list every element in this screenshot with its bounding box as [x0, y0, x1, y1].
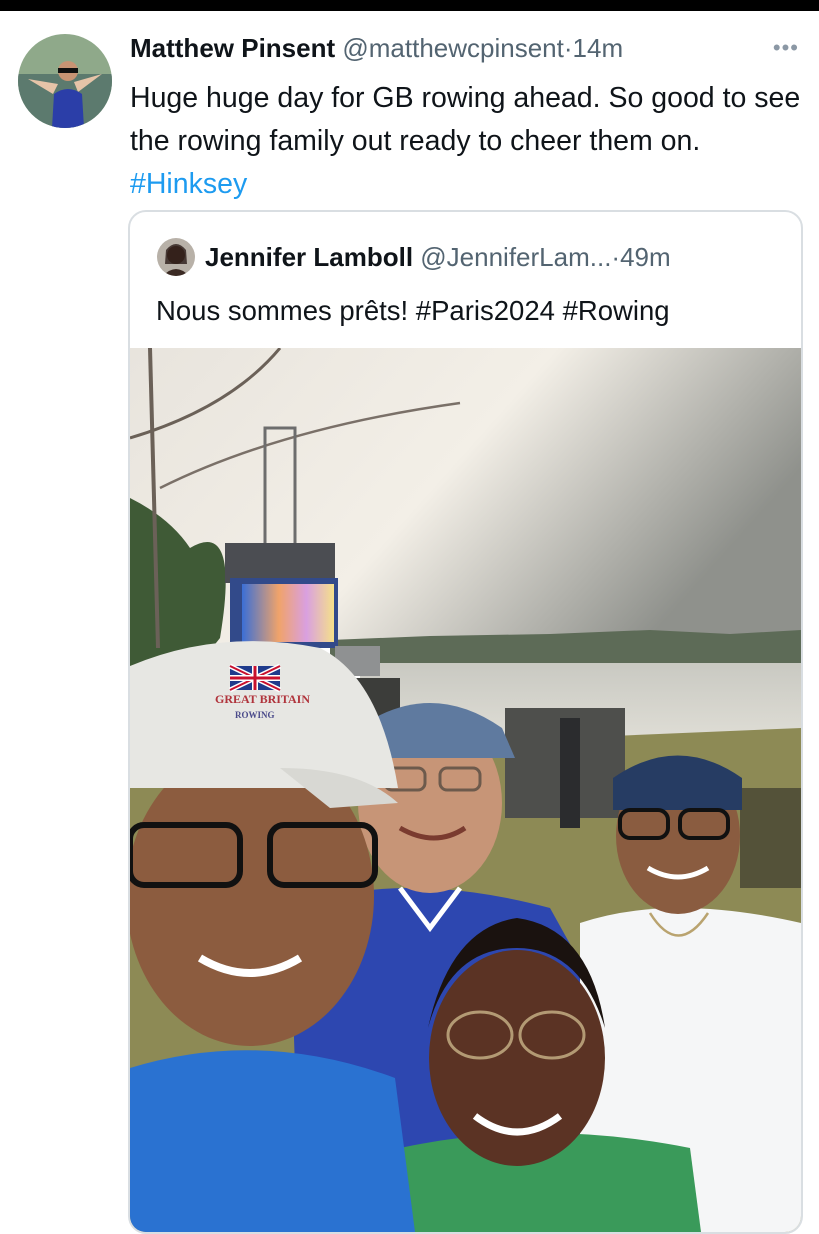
- quoted-separator-dot: ·: [611, 242, 621, 272]
- quoted-text: Nous sommes prêts! #Paris2024 #Rowing: [156, 295, 670, 326]
- more-options-button[interactable]: •••: [773, 30, 799, 66]
- author-avatar[interactable]: [18, 34, 112, 128]
- post-timestamp[interactable]: 14m: [573, 33, 624, 63]
- post-text: Huge huge day for GB rowing ahead. So go…: [130, 77, 810, 206]
- separator-dot: ·: [563, 33, 573, 63]
- quoted-author-name: Jennifer Lamboll: [205, 242, 414, 272]
- post-body: Huge huge day for GB rowing ahead. So go…: [130, 82, 801, 157]
- quoted-photo[interactable]: GREAT BRITAIN ROWING: [130, 348, 801, 1232]
- cap-text-2: ROWING: [235, 710, 275, 720]
- quoted-header: Jennifer Lamboll @JenniferLam...·49m: [205, 239, 671, 275]
- status-bar: [0, 0, 819, 11]
- quoted-timestamp: 49m: [620, 242, 671, 272]
- quoted-post[interactable]: Jennifer Lamboll @JenniferLam...·49m Nou…: [128, 210, 803, 1234]
- author-handle[interactable]: @matthewcpinsent: [342, 33, 564, 63]
- quoted-author-avatar: [157, 238, 195, 276]
- hashtag-link[interactable]: #Hinksey: [130, 168, 247, 200]
- post-header: Matthew Pinsent @matthewcpinsent·14m •••: [130, 30, 799, 70]
- quoted-author-handle: @JenniferLam...: [420, 242, 612, 272]
- cap-text-1: GREAT BRITAIN: [215, 692, 310, 706]
- more-horizontal-icon: •••: [772, 35, 799, 60]
- author-name[interactable]: Matthew Pinsent: [130, 33, 335, 63]
